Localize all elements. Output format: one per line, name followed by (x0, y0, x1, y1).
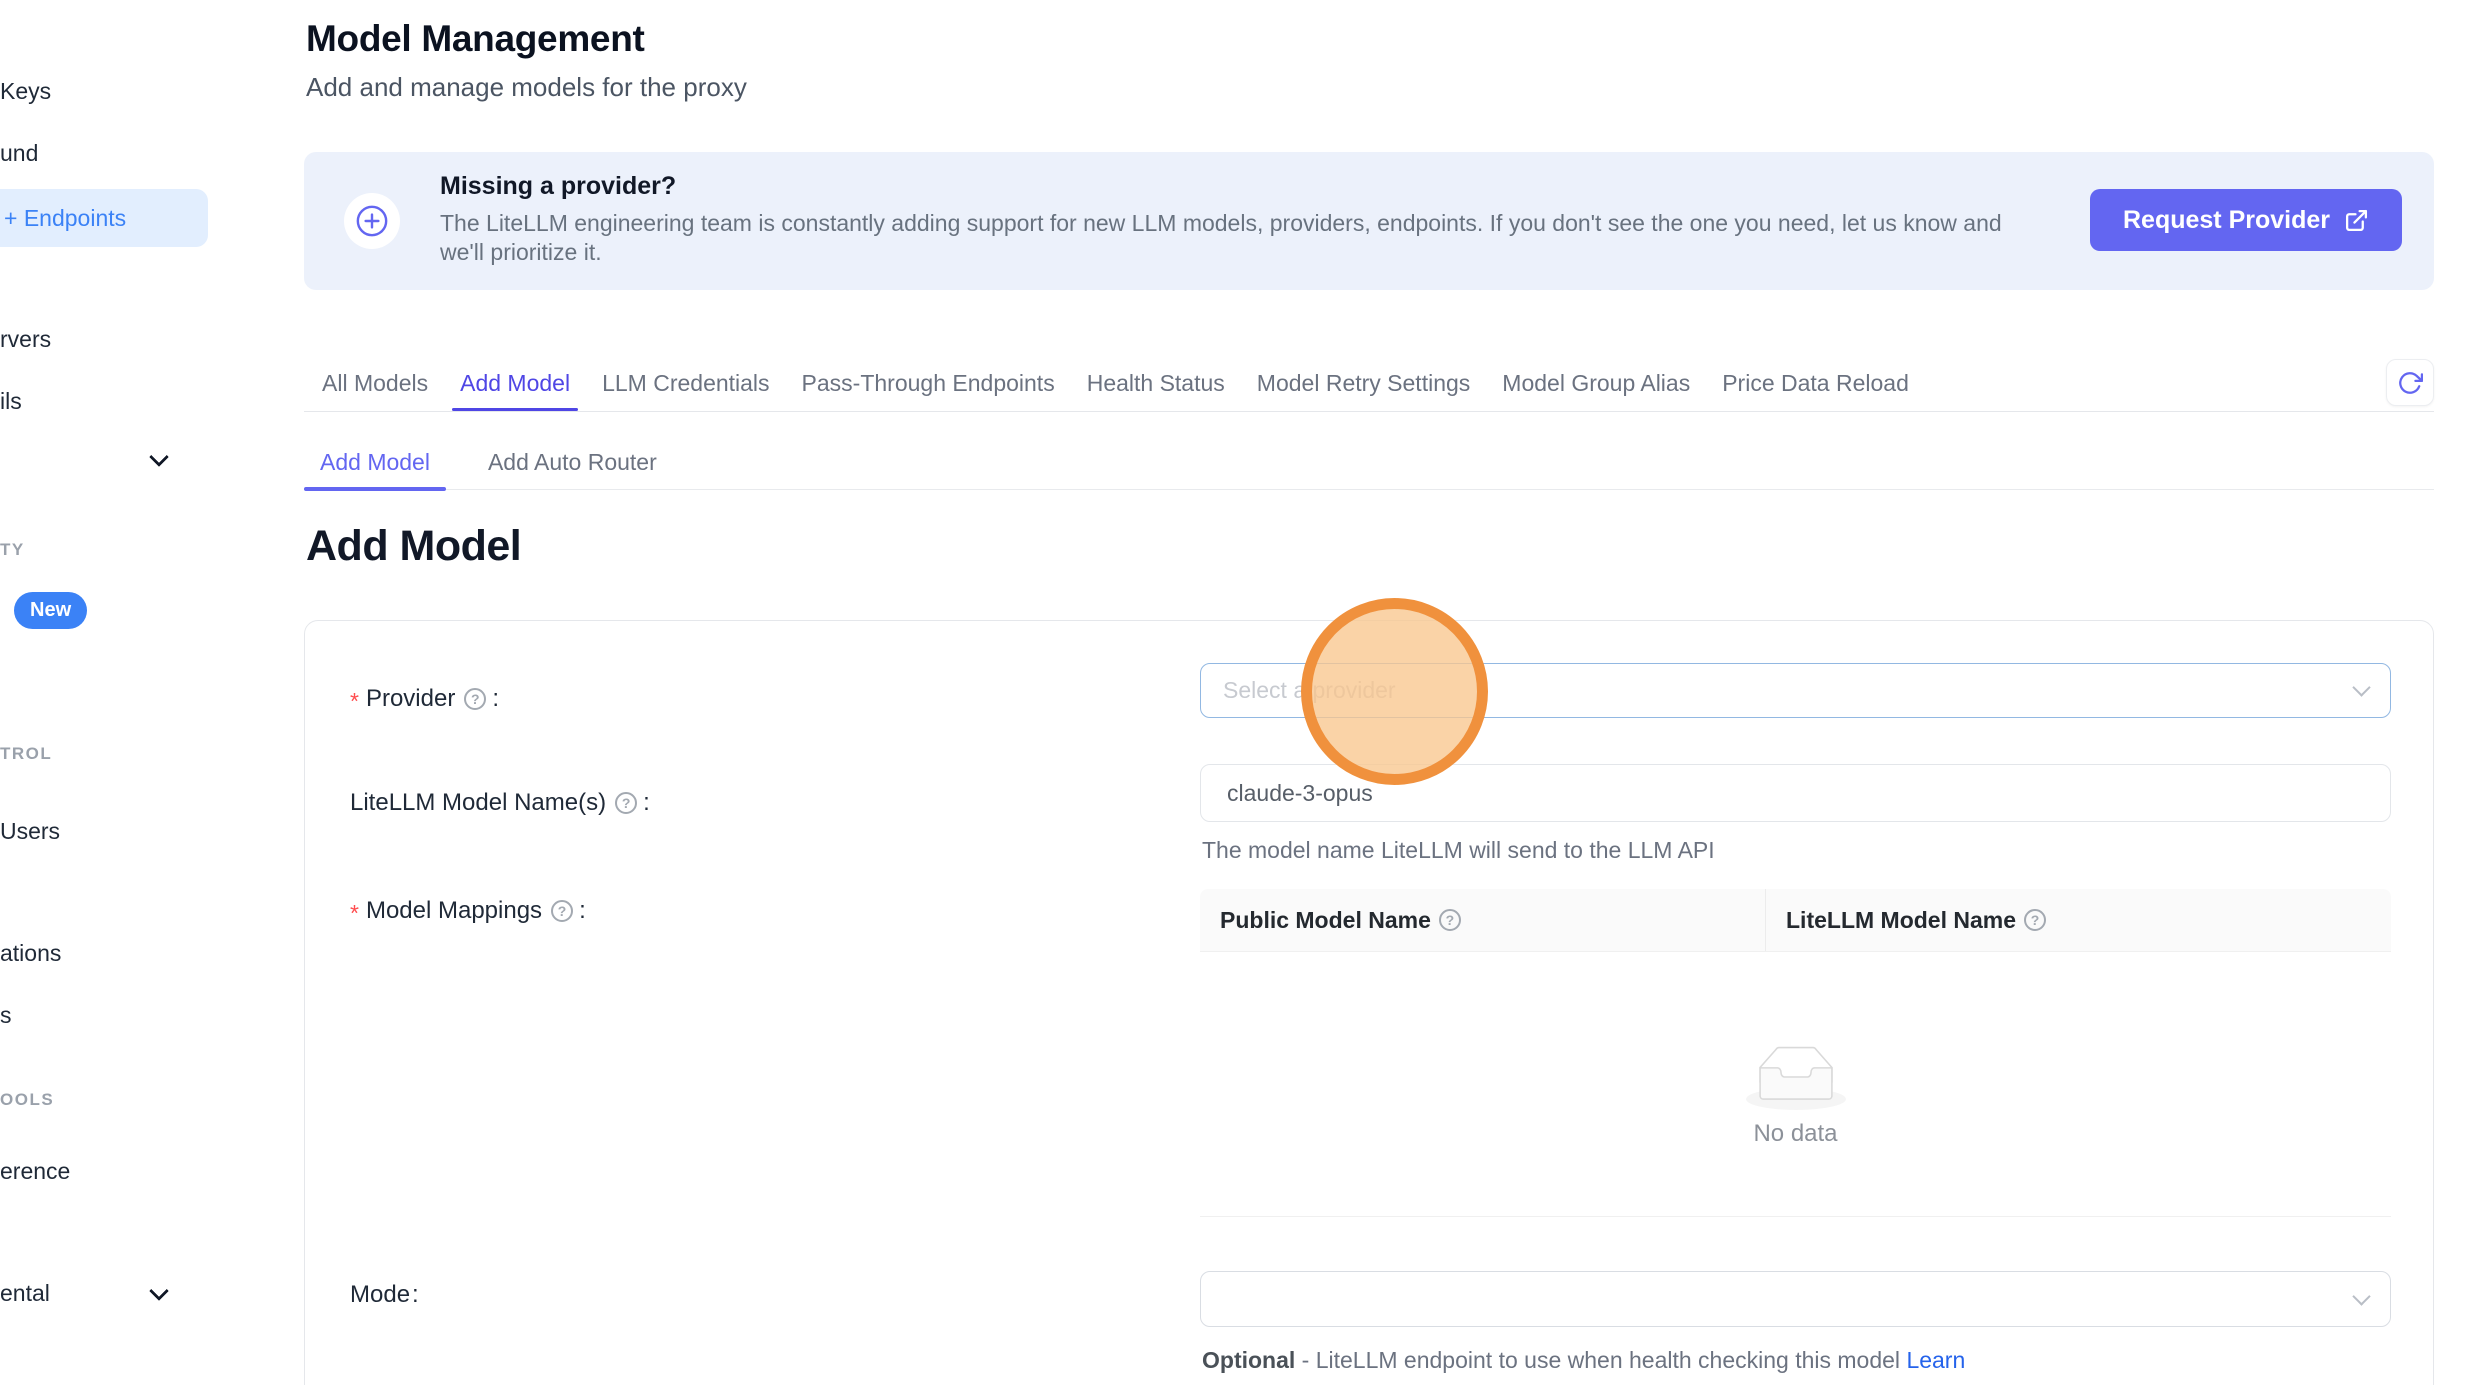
app-window: Keys und + Endpoints rvers ils TY New TR… (0, 0, 2477, 1385)
learn-more-link[interactable]: Learn (1906, 1347, 1965, 1373)
no-data-text: No data (1753, 1120, 1837, 1148)
sidebar-item-guardrails[interactable]: ils (0, 388, 22, 415)
provider-placeholder: Select a provider (1223, 677, 1396, 704)
sidebar: Keys und + Endpoints rvers ils TY New TR… (0, 0, 210, 1385)
model-mappings-label: * Model Mappings ? : (350, 897, 586, 925)
model-name-input[interactable]: claude-3-opus (1200, 764, 2391, 822)
mode-helper: Optional - LiteLLM endpoint to use when … (1202, 1347, 1965, 1374)
column-public-model-name: Public Model Name ? (1200, 889, 1766, 951)
tab-model-group-alias[interactable]: Model Group Alias (1500, 356, 1692, 411)
model-management-tabs: All Models Add Model LLM Credentials Pas… (304, 356, 2434, 412)
request-provider-label: Request Provider (2123, 206, 2330, 235)
sidebar-item-label: + Endpoints (4, 205, 126, 232)
sidebar-item-mcp-servers[interactable]: rvers (0, 326, 51, 353)
required-marker: * (350, 688, 359, 715)
tab-price-data-reload[interactable]: Price Data Reload (1720, 356, 1911, 411)
refresh-icon (2397, 370, 2423, 396)
page-title: Model Management (306, 18, 645, 60)
chevron-down-icon[interactable] (152, 1284, 166, 1298)
sidebar-item-virtual-keys[interactable]: Keys (0, 78, 51, 105)
chevron-down-icon (2352, 1287, 2370, 1305)
help-icon[interactable]: ? (551, 900, 573, 922)
column-litellm-model-name: LiteLLM Model Name ? (1766, 907, 2050, 934)
help-icon[interactable]: ? (1439, 909, 1461, 931)
tab-all-models[interactable]: All Models (320, 356, 430, 411)
model-name-value: claude-3-opus (1227, 780, 1373, 807)
banner-body-line2: we'll prioritize it. (440, 238, 2120, 267)
sidebar-item-playground[interactable]: und (0, 140, 38, 167)
refresh-button[interactable] (2386, 359, 2434, 406)
sidebar-section-observability: TY (0, 540, 25, 560)
subtab-add-auto-router[interactable]: Add Auto Router (472, 436, 673, 489)
tab-model-retry-settings[interactable]: Model Retry Settings (1255, 356, 1472, 411)
new-badge: New (14, 592, 87, 629)
add-model-subtabs: Add Model Add Auto Router (304, 436, 2434, 490)
sidebar-item-organizations[interactable]: ations (0, 940, 61, 967)
external-link-icon (2344, 208, 2369, 233)
sidebar-item-api-reference[interactable]: erence (0, 1158, 70, 1185)
banner-title: Missing a provider? (440, 172, 676, 201)
sidebar-item-models-endpoints[interactable]: + Endpoints (0, 189, 208, 247)
help-icon[interactable]: ? (2024, 909, 2046, 931)
empty-box-icon (1746, 1046, 1846, 1110)
sidebar-section-access-control: TROL (0, 744, 52, 764)
chevron-down-icon (2352, 678, 2370, 696)
subtab-add-model[interactable]: Add Model (304, 436, 446, 489)
add-model-form-card: * Provider ? : Select a provider LiteLLM… (304, 620, 2434, 1385)
tab-llm-credentials[interactable]: LLM Credentials (600, 356, 771, 411)
tab-add-model[interactable]: Add Model (458, 356, 572, 411)
mappings-table-empty-state: No data (1200, 952, 2391, 1217)
model-name-helper: The model name LiteLLM will send to the … (1202, 837, 1715, 864)
request-provider-button[interactable]: Request Provider (2090, 189, 2402, 251)
sidebar-item-internal-users[interactable]: Users (0, 818, 60, 845)
tab-health-status[interactable]: Health Status (1085, 356, 1227, 411)
sidebar-section-tools: OOLS (0, 1090, 54, 1110)
plus-circle-icon (344, 193, 400, 249)
provider-label: * Provider ? : (350, 685, 499, 713)
provider-select[interactable]: Select a provider (1200, 663, 2391, 718)
missing-provider-banner: Missing a provider? The LiteLLM engineer… (304, 152, 2434, 290)
add-model-heading: Add Model (306, 522, 521, 571)
model-name-label: LiteLLM Model Name(s) ? : (350, 789, 650, 817)
mode-label: Mode : (350, 1281, 419, 1309)
banner-body: The LiteLLM engineering team is constant… (440, 209, 2120, 267)
mappings-table-header: Public Model Name ? LiteLLM Model Name ? (1200, 889, 2391, 952)
help-icon[interactable]: ? (615, 792, 637, 814)
chevron-down-icon[interactable] (152, 450, 166, 464)
page-subtitle: Add and manage models for the proxy (306, 72, 747, 103)
mode-select[interactable] (1200, 1271, 2391, 1327)
required-marker: * (350, 900, 359, 927)
sidebar-item-teams[interactable]: s (0, 1002, 12, 1029)
tab-pass-through-endpoints[interactable]: Pass-Through Endpoints (800, 356, 1057, 411)
sidebar-item-experimental[interactable]: ental (0, 1280, 50, 1307)
help-icon[interactable]: ? (464, 688, 486, 710)
banner-body-line1: The LiteLLM engineering team is constant… (440, 209, 2120, 238)
